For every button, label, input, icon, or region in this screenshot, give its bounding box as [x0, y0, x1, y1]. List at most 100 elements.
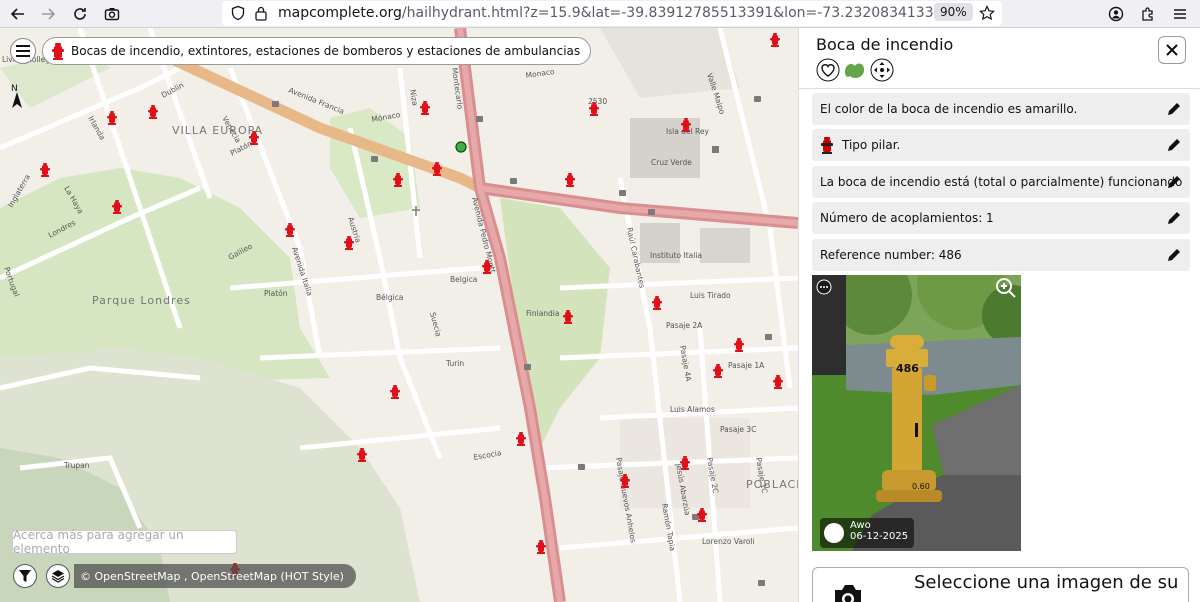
- hydrant-icon: [516, 432, 526, 446]
- hydrant-icon: [589, 102, 599, 116]
- hydrant-icon: [773, 375, 783, 389]
- tag-row-type[interactable]: Tipo pilar.: [812, 129, 1190, 161]
- edit-pencil-icon[interactable]: [1166, 210, 1182, 226]
- hydrant-marker[interactable]: [589, 102, 599, 116]
- hydrant-icon: [52, 43, 64, 60]
- hydrant-icon: [734, 338, 744, 352]
- shield-icon[interactable]: [230, 5, 246, 21]
- photo-author: Awo: [850, 520, 871, 531]
- photo-options-icon[interactable]: [816, 279, 832, 295]
- add-element-hint: Acerca más para agregar un elemento: [12, 528, 237, 556]
- url-bar[interactable]: mapcomplete.org/hailhydrant.html?z=15.9&…: [222, 1, 1002, 26]
- zoom-level[interactable]: 90%: [934, 3, 973, 21]
- photo-attribution[interactable]: Awo 06-12-2025: [820, 518, 915, 548]
- tag-text: La boca de incendio está (total o parcia…: [820, 175, 1183, 189]
- reload-icon[interactable]: [68, 2, 92, 26]
- hydrant-marker[interactable]: [357, 448, 367, 462]
- hydrant-marker[interactable]: [773, 375, 783, 389]
- hydrant-icon: [393, 173, 403, 187]
- hydrant-marker[interactable]: [652, 296, 662, 310]
- street-label: Niza: [408, 89, 420, 107]
- camera-icon: [835, 585, 861, 602]
- layers-icon: [51, 570, 65, 583]
- hydrant-marker[interactable]: [563, 310, 573, 324]
- hydrant-marker[interactable]: [697, 508, 707, 522]
- map-attribution[interactable]: © OpenStreetMap , OpenStreetMap (HOT Sty…: [74, 564, 356, 588]
- hydrant-icon: [432, 162, 442, 176]
- hydrant-marker[interactable]: [713, 364, 723, 378]
- hydrant-marker[interactable]: [148, 105, 158, 119]
- hydrant-marker[interactable]: [516, 432, 526, 446]
- hydrant-icon: [620, 474, 630, 488]
- hydrant-marker[interactable]: [770, 33, 780, 47]
- theme-title-button[interactable]: Bocas de incendio, extintores, estacione…: [42, 37, 592, 65]
- hydrant-icon: [249, 131, 259, 145]
- tag-text: Reference number: 486: [820, 248, 962, 262]
- hydrant-marker[interactable]: [40, 163, 50, 177]
- hamburger-menu-icon[interactable]: [1168, 2, 1192, 26]
- zoom-in-icon[interactable]: [995, 277, 1017, 299]
- area-label: POBLACIO: [746, 478, 798, 491]
- hydrant-marker[interactable]: [393, 173, 403, 187]
- hydrant-icon: [713, 364, 723, 378]
- tag-row-reference[interactable]: Reference number: 486: [812, 239, 1190, 271]
- close-button[interactable]: [1158, 36, 1186, 64]
- edit-pencil-icon[interactable]: [1166, 174, 1182, 190]
- upload-image-button[interactable]: Seleccione una imagen de su: [812, 567, 1189, 602]
- hydrant-marker[interactable]: [565, 173, 575, 187]
- street-label: Monaco: [525, 67, 555, 80]
- filter-icon: [19, 570, 31, 582]
- hydrant-icon: [420, 101, 430, 115]
- filter-button[interactable]: [13, 564, 37, 588]
- hydrant-marker[interactable]: [734, 338, 744, 352]
- edit-pencil-icon[interactable]: [1166, 137, 1182, 153]
- url-text[interactable]: mapcomplete.org/hailhydrant.html?z=15.9&…: [278, 5, 958, 21]
- author-avatar: [824, 523, 844, 543]
- lock-icon[interactable]: [254, 5, 268, 21]
- screenshot-icon[interactable]: [100, 2, 124, 26]
- hydrant-marker[interactable]: [620, 474, 630, 488]
- hydrant-marker[interactable]: [432, 162, 442, 176]
- street-label: Lorenzo Varoli: [702, 537, 755, 546]
- extensions-icon[interactable]: [1136, 2, 1160, 26]
- compass-icon[interactable]: N: [6, 82, 28, 110]
- edit-pencil-icon[interactable]: [1166, 247, 1182, 263]
- hydrant-marker[interactable]: [107, 111, 117, 125]
- hydrant-marker[interactable]: [285, 223, 295, 237]
- hydrant-marker[interactable]: [482, 260, 492, 274]
- hydrant-marker[interactable]: [344, 236, 354, 250]
- account-icon[interactable]: [1104, 2, 1128, 26]
- move-arrows-icon[interactable]: [870, 58, 894, 82]
- bookmark-star-icon[interactable]: [979, 5, 995, 21]
- hydrant-marker[interactable]: [112, 200, 122, 214]
- hydrant-marker[interactable]: [681, 118, 691, 132]
- pillar-hydrant-icon: [821, 137, 833, 154]
- edit-pencil-icon[interactable]: [1166, 101, 1182, 117]
- favorite-heart-icon[interactable]: [816, 58, 840, 82]
- layers-button[interactable]: [46, 564, 70, 588]
- menu-button[interactable]: [10, 38, 36, 64]
- tag-text: El color de la boca de incendio es amari…: [820, 102, 1078, 116]
- hydrant-icon: [681, 118, 691, 132]
- map-tiles[interactable]: Dublin Irlanda Venecia Avenida Francia M…: [0, 28, 798, 602]
- hydrant-marker[interactable]: [680, 456, 690, 470]
- hydrant-icon: [565, 173, 575, 187]
- hydrant-icon: [40, 163, 50, 177]
- hydrant-icon: [482, 260, 492, 274]
- street-label: Suecia: [428, 311, 443, 337]
- back-icon[interactable]: [6, 2, 30, 26]
- hydrant-marker[interactable]: [536, 540, 546, 554]
- hydrant-photo[interactable]: 486 0.60 Awo 06-12-2025: [812, 275, 1021, 551]
- feature-panel: Boca de incendio El color de la boca de …: [798, 28, 1200, 602]
- map-view[interactable]: Dublin Irlanda Venecia Avenida Francia M…: [0, 28, 798, 602]
- tag-row-status[interactable]: La boca de incendio está (total o parcia…: [812, 166, 1190, 198]
- hydrant-marker[interactable]: [390, 385, 400, 399]
- wikidata-icon[interactable]: [843, 58, 867, 82]
- hydrant-marker[interactable]: [420, 101, 430, 115]
- tag-row-color[interactable]: El color de la boca de incendio es amari…: [812, 93, 1190, 125]
- photo-image: 486 0.60: [812, 275, 1021, 551]
- forward-icon[interactable]: [36, 2, 60, 26]
- tag-row-couplings[interactable]: Número de acoplamientos: 1: [812, 202, 1190, 234]
- street-label: Trupan: [63, 461, 90, 470]
- hydrant-marker[interactable]: [249, 131, 259, 145]
